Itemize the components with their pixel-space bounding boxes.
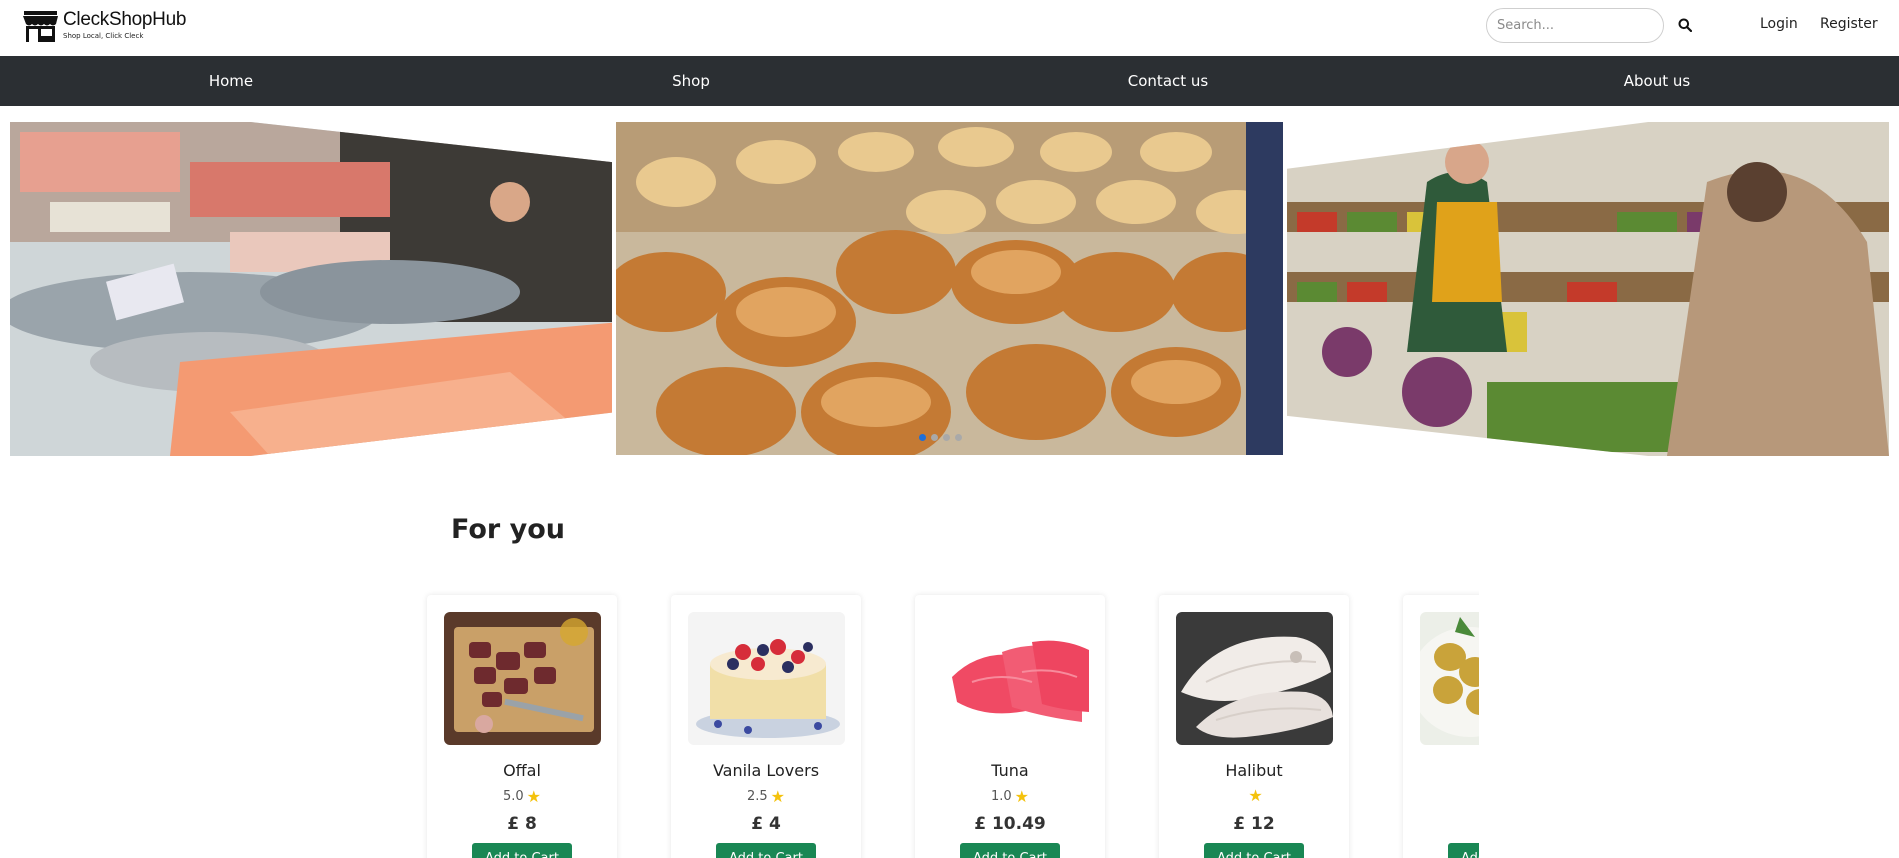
vanilla-cake-image <box>688 612 845 745</box>
nav-item-home[interactable]: Home <box>209 72 253 90</box>
add-to-cart-button[interactable]: Add to Cart <box>472 843 572 858</box>
product-image[interactable] <box>444 612 601 745</box>
nav-item-shop[interactable]: Shop <box>672 72 710 90</box>
carousel-slide-fish[interactable] <box>10 122 612 456</box>
greengrocer-image <box>1287 122 1889 456</box>
product-image[interactable] <box>1176 612 1333 745</box>
halibut-image <box>1176 612 1333 745</box>
add-to-cart-button[interactable]: Add to Cart <box>716 843 816 858</box>
main-nav: Home Shop Contact us About us <box>0 56 1899 106</box>
nav-item-about[interactable]: About us <box>1624 72 1690 90</box>
rating-value: 1.0 <box>990 789 1012 804</box>
product-name[interactable]: Tuna <box>915 761 1105 780</box>
search-button[interactable] <box>1674 14 1696 36</box>
rating-value: 2.5 <box>746 789 768 804</box>
brand-tagline: Shop Local, Click Cleck <box>63 32 144 40</box>
product-rating: 5.0 ★ <box>427 786 617 806</box>
potatoes-image <box>1420 612 1479 745</box>
add-to-cart-button[interactable]: Add to Cart <box>960 843 1060 858</box>
star-icon: ★ <box>1248 786 1263 805</box>
product-card[interactable]: P Add to Cart <box>1403 595 1479 858</box>
carousel-dot-1[interactable] <box>919 434 926 441</box>
product-card[interactable]: Tuna 1.0 ★ £ 10.49 Add to Cart <box>915 595 1105 858</box>
brand-name: CleckShopHub <box>63 9 187 30</box>
star-icon: ★ <box>770 786 786 806</box>
search-icon <box>1678 18 1692 32</box>
product-price: £ 4 <box>751 814 781 834</box>
carousel-dot-4[interactable] <box>955 434 962 441</box>
tuna-image <box>932 612 1089 745</box>
star-icon: ★ <box>1014 786 1030 806</box>
register-link[interactable]: Register <box>1820 16 1878 32</box>
product-image[interactable] <box>688 612 845 745</box>
product-carousel: Offal 5.0 ★ £ 8 Add to Cart Vanila Lover… <box>420 585 1479 858</box>
search-input[interactable] <box>1486 8 1664 43</box>
top-header: CleckShopHub Shop Local, Click Cleck Log… <box>0 0 1899 56</box>
product-card[interactable]: Vanila Lovers 2.5 ★ £ 4 Add to Cart <box>671 595 861 858</box>
storefront-icon <box>23 11 58 42</box>
product-price: £ 10.49 <box>974 814 1046 834</box>
nav-item-contact[interactable]: Contact us <box>1128 72 1208 90</box>
hero-carousel[interactable] <box>0 120 1899 460</box>
product-price: £ 12 <box>1233 814 1275 834</box>
product-rating: 1.0 ★ <box>915 786 1105 806</box>
product-rating: ★ <box>1159 786 1349 805</box>
carousel-indicators <box>919 434 962 441</box>
offal-image <box>444 612 601 745</box>
add-to-cart-button[interactable]: Add to Cart <box>1448 843 1479 858</box>
carousel-slide-pastries[interactable] <box>616 122 1283 455</box>
star-icon: ★ <box>526 786 542 806</box>
rating-value: 5.0 <box>502 789 524 804</box>
carousel-dot-2[interactable] <box>931 434 938 441</box>
brand-logo[interactable]: CleckShopHub Shop Local, Click Cleck <box>22 9 186 47</box>
product-name[interactable]: Halibut <box>1159 761 1349 780</box>
product-rating: 2.5 ★ <box>671 786 861 806</box>
product-card[interactable]: Halibut ★ £ 12 Add to Cart <box>1159 595 1349 858</box>
product-name[interactable]: Vanila Lovers <box>671 761 861 780</box>
pastries-image <box>616 122 1283 455</box>
product-name[interactable]: Offal <box>427 761 617 780</box>
product-name[interactable]: P <box>1403 761 1479 780</box>
product-card[interactable]: Offal 5.0 ★ £ 8 Add to Cart <box>427 595 617 858</box>
product-price: £ 8 <box>507 814 537 834</box>
product-image[interactable] <box>1420 612 1479 745</box>
fish-counter-image <box>10 122 612 456</box>
section-title-for-you: For you <box>451 514 565 545</box>
product-image[interactable] <box>932 612 1089 745</box>
login-link[interactable]: Login <box>1760 16 1798 32</box>
carousel-dot-3[interactable] <box>943 434 950 441</box>
carousel-slide-greengrocer[interactable] <box>1287 122 1889 456</box>
add-to-cart-button[interactable]: Add to Cart <box>1204 843 1304 858</box>
